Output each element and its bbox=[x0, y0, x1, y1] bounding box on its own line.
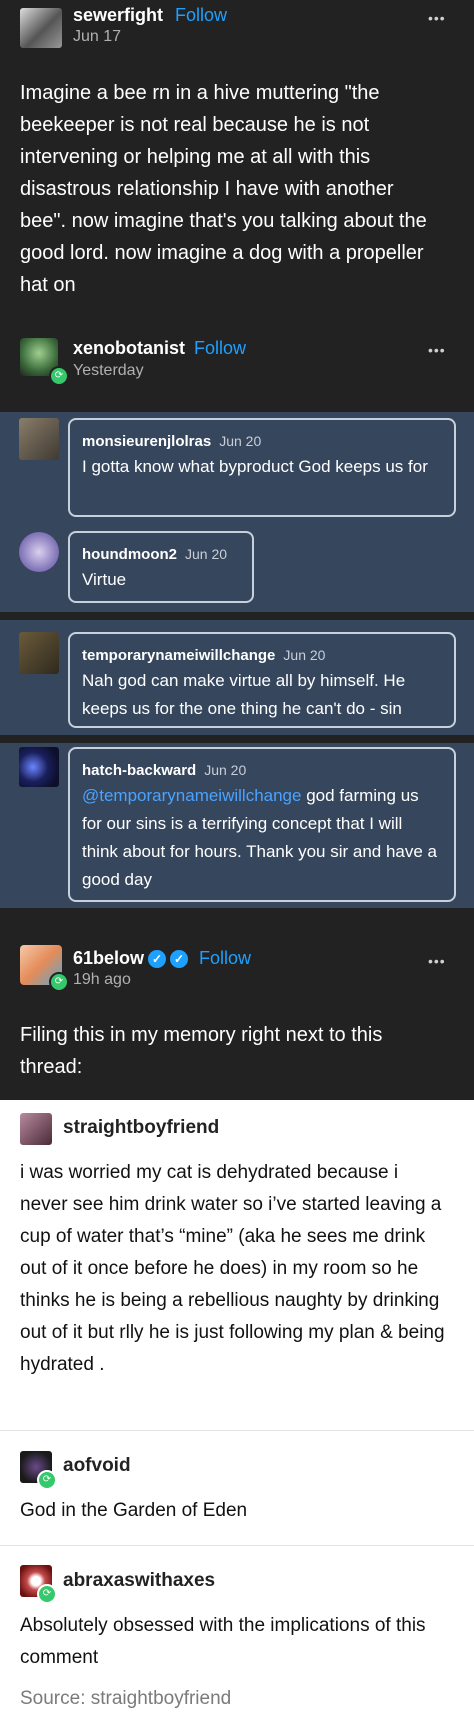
reblog-badge-icon: ⟳ bbox=[37, 1584, 57, 1604]
reblog-badge-icon: ⟳ bbox=[37, 1470, 57, 1490]
more-options-icon[interactable]: ••• bbox=[428, 10, 446, 26]
avatar[interactable] bbox=[19, 532, 59, 572]
embedded-text: God in the Garden of Eden bbox=[20, 1500, 248, 1521]
verified-badge-icon: ✓ bbox=[170, 950, 189, 969]
reply-bubble: hatch-backward Jun 20 @temporarynameiwill… bbox=[68, 747, 456, 902]
follow-button[interactable]: Follow bbox=[199, 948, 251, 969]
post-date: 19h ago bbox=[73, 971, 131, 988]
divider bbox=[0, 1545, 474, 1546]
avatar[interactable] bbox=[19, 747, 59, 787]
avatar[interactable] bbox=[19, 632, 59, 674]
separator bbox=[0, 735, 474, 743]
reply-bubble: temporarynameiwillchange Jun 20 Nah god c… bbox=[68, 632, 456, 728]
embedded-username[interactable]: abraxaswithaxes bbox=[63, 1570, 215, 1592]
reply-text: @temporarynameiwillchange god farming us… bbox=[82, 782, 442, 894]
post-date: Jun 17 bbox=[73, 28, 122, 45]
reply-username[interactable]: houndmoon2 bbox=[82, 546, 177, 563]
post-date: Yesterday bbox=[73, 362, 144, 379]
avatar[interactable] bbox=[19, 418, 59, 460]
avatar[interactable] bbox=[20, 1113, 52, 1145]
reblog-badge-icon: ⟳ bbox=[49, 366, 69, 386]
post-xenobotanist: ⟳ xenobotanist Follow Yesterday ••• bbox=[0, 320, 474, 412]
post-body: Filing this in my memory right next to t… bbox=[20, 1024, 383, 1078]
reblog-badge-icon: ⟳ bbox=[49, 972, 69, 992]
reply-date: Jun 20 bbox=[184, 546, 228, 562]
embedded-text: i was worried my cat is dehydrated becau… bbox=[20, 1162, 445, 1375]
verified-badge-icon: ✓ bbox=[148, 950, 167, 969]
post-body: Imagine a bee rn in a hive muttering "th… bbox=[20, 82, 427, 296]
reply-text: Virtue bbox=[82, 570, 127, 589]
reply-username[interactable]: temporarynameiwillchange bbox=[82, 647, 275, 664]
username[interactable]: sewerfight bbox=[73, 5, 163, 26]
username-text: 61below bbox=[73, 948, 145, 968]
reply-bubble: houndmoon2 Jun 20 Virtue bbox=[68, 531, 254, 603]
separator bbox=[0, 612, 474, 620]
username[interactable]: xenobotanist bbox=[73, 338, 185, 359]
more-options-icon[interactable]: ••• bbox=[428, 342, 446, 358]
reply-username[interactable]: hatch-backward bbox=[82, 762, 196, 779]
follow-button[interactable]: Follow bbox=[175, 5, 227, 26]
more-options-icon[interactable]: ••• bbox=[428, 953, 446, 969]
reply-username[interactable]: monsieurenjlolras bbox=[82, 433, 211, 450]
embedded-username[interactable]: straightboyfriend bbox=[63, 1117, 219, 1139]
divider bbox=[0, 1430, 474, 1431]
mention-link[interactable]: @temporarynameiwillchange bbox=[82, 786, 301, 805]
post-61below: ⟳ 61below ✓ ✓ Follow 19h ago ••• Filing th… bbox=[0, 908, 474, 1100]
follow-button[interactable]: Follow bbox=[194, 338, 246, 359]
reply-date: Jun 20 bbox=[219, 433, 262, 449]
source-link[interactable]: Source: straightboyfriend bbox=[20, 1683, 231, 1715]
reply-text: I gotta know what byproduct God keeps us… bbox=[82, 457, 428, 476]
reply-date: Jun 20 bbox=[204, 762, 247, 778]
reply-bubble: monsieurenjlolras Jun 20 I gotta know wha… bbox=[68, 418, 456, 517]
reply-date: Jun 20 bbox=[283, 647, 326, 663]
embedded-username[interactable]: aofvoid bbox=[63, 1455, 131, 1477]
username[interactable]: 61below ✓ ✓ bbox=[73, 948, 189, 969]
reply-text: Nah god can make virtue all by himself. … bbox=[82, 671, 406, 718]
post-sewerfight: sewerfight Follow Jun 17 ••• Imagine a b… bbox=[0, 0, 474, 320]
avatar[interactable] bbox=[20, 8, 62, 48]
embedded-text: Absolutely obsessed with the implication… bbox=[20, 1615, 426, 1668]
